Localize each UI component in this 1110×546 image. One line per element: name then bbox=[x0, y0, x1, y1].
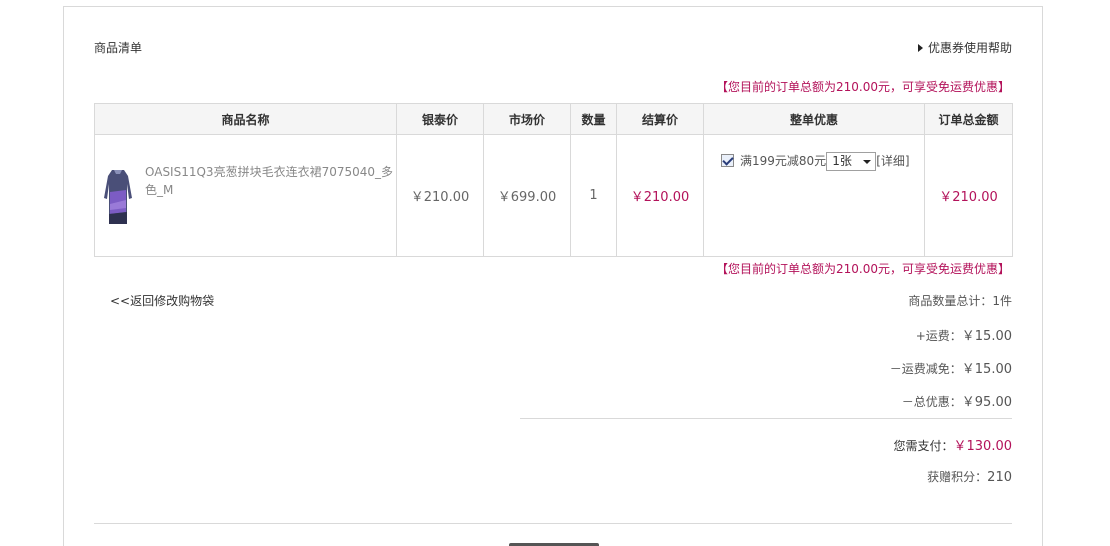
col-order-total: 订单总金额 bbox=[924, 103, 1013, 135]
points-label: 获赠积分： bbox=[927, 470, 988, 484]
order-promo-cell: 满199元减80元 1张 [详细] bbox=[703, 134, 925, 257]
page-title: 商品清单 bbox=[94, 41, 143, 55]
points-value: 210 bbox=[987, 470, 1012, 485]
payable-label: 您需支付： bbox=[893, 439, 954, 453]
col-intime-price: 银泰价 bbox=[396, 103, 484, 135]
quantity-cell: 1 bbox=[570, 134, 617, 257]
col-settle-price: 结算价 bbox=[616, 103, 704, 135]
shipping-label: +运费： bbox=[915, 329, 962, 343]
item-count-value: 1件 bbox=[992, 294, 1012, 308]
table-row: OASIS11Q3亮葱拼块毛衣连衣裙7075040_多色_M ￥210.00 ￥… bbox=[94, 134, 1013, 257]
summary-shipping-waiver: －运费减免：￥15.00 bbox=[890, 358, 1012, 377]
arrow-right-icon bbox=[917, 43, 923, 52]
promo-label: 满199元减80元 bbox=[740, 154, 827, 168]
col-market-price: 市场价 bbox=[483, 103, 571, 135]
shipping-waiver-label: －运费减免： bbox=[889, 362, 962, 376]
list-header: 商品清单 优惠券使用帮助 bbox=[94, 39, 1012, 57]
coupon-help-link[interactable]: 优惠券使用帮助 bbox=[917, 39, 1012, 56]
free-shipping-notice-top: 【您目前的订单总额为210.00元，可享受免运费优惠】 bbox=[716, 80, 1010, 94]
payable-value: ￥130.00 bbox=[953, 439, 1013, 454]
coupon-count-value: 1张 bbox=[832, 154, 852, 168]
summary-divider bbox=[520, 418, 1012, 419]
coupon-count-select[interactable]: 1张 bbox=[826, 152, 877, 171]
chevron-down-icon bbox=[863, 160, 872, 164]
cart-table: 商品名称 银泰价 市场价 数量 结算价 整单优惠 订单总金额 OASIS11Q3… bbox=[94, 103, 1013, 257]
summary-shipping: +运费：￥15.00 bbox=[916, 325, 1012, 344]
shipping-waiver-value: ￥15.00 bbox=[961, 362, 1012, 377]
shipping-value: ￥15.00 bbox=[961, 329, 1012, 344]
promo-checkbox[interactable] bbox=[721, 154, 734, 167]
summary-payable: 您需支付：￥130.00 bbox=[893, 435, 1012, 454]
summary-points: 获赠积分：210 bbox=[927, 468, 1012, 485]
order-confirm-panel: 商品清单 优惠券使用帮助 【您目前的订单总额为210.00元，可享受免运费优惠】… bbox=[63, 6, 1043, 546]
table-header-row: 商品名称 银泰价 市场价 数量 结算价 整单优惠 订单总金额 bbox=[94, 103, 1013, 135]
footer-divider bbox=[94, 523, 1012, 524]
col-product-name: 商品名称 bbox=[94, 103, 397, 135]
summary-item-count: 商品数量总计：1件 bbox=[908, 292, 1012, 309]
discount-label: －总优惠： bbox=[901, 395, 962, 409]
summary-discount: －总优惠：￥95.00 bbox=[902, 391, 1012, 410]
item-count-label: 商品数量总计： bbox=[908, 294, 993, 308]
col-order-promo: 整单优惠 bbox=[703, 103, 925, 135]
discount-value: ￥95.00 bbox=[961, 395, 1012, 410]
settle-price-cell: ￥210.00 bbox=[616, 134, 704, 257]
market-price-cell: ￥699.00 bbox=[483, 134, 571, 257]
product-name-link[interactable]: OASIS11Q3亮葱拼块毛衣连衣裙7075040_多色_M bbox=[145, 163, 395, 199]
product-cell: OASIS11Q3亮葱拼块毛衣连衣裙7075040_多色_M bbox=[94, 134, 397, 257]
back-to-cart-link[interactable]: <<返回修改购物袋 bbox=[110, 292, 214, 309]
free-shipping-notice-bottom: 【您目前的订单总额为210.00元，可享受免运费优惠】 bbox=[716, 262, 1010, 276]
promo-detail-link[interactable]: [详细] bbox=[876, 154, 909, 168]
promo-line: 满199元减80元 1张 [详细] bbox=[721, 151, 916, 171]
order-total-cell: ￥210.00 bbox=[924, 134, 1013, 257]
col-quantity: 数量 bbox=[570, 103, 617, 135]
intime-price-cell: ￥210.00 bbox=[396, 134, 484, 257]
product-thumbnail[interactable] bbox=[103, 168, 133, 226]
coupon-help-label: 优惠券使用帮助 bbox=[927, 41, 1012, 55]
